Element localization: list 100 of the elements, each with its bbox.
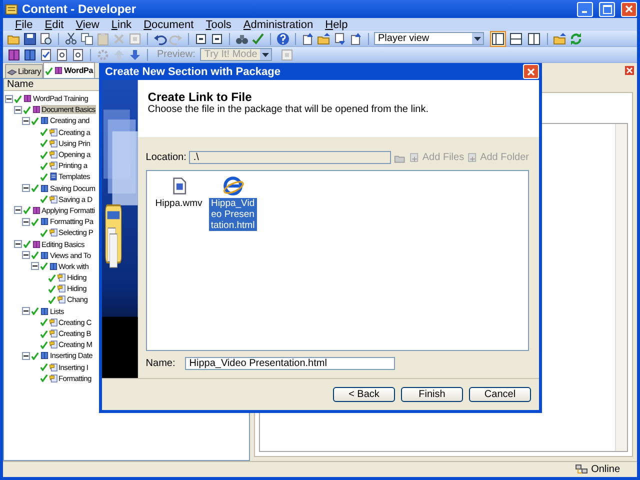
collapse-toggle-icon[interactable]: [14, 106, 22, 114]
network-icon: [575, 464, 588, 475]
book-icon: [40, 351, 49, 360]
print-preview-icon[interactable]: [39, 32, 53, 46]
topic-page-icon: [48, 150, 58, 160]
topic-page-icon: [48, 194, 58, 204]
down-arrow-icon[interactable]: [128, 48, 142, 62]
menu-item[interactable]: File: [11, 18, 41, 30]
menu-item[interactable]: Tools: [202, 18, 240, 30]
topic-page-icon: [57, 273, 66, 282]
topic-page-icon: [57, 295, 66, 304]
book-icon[interactable]: [23, 48, 37, 62]
check-icon: [45, 66, 54, 74]
dialog-button[interactable]: < Back: [333, 387, 395, 402]
collapse-toggle-icon[interactable]: [22, 218, 30, 226]
layout-toggle[interactable]: [526, 30, 542, 46]
add-page-icon: [409, 152, 420, 163]
collapse-toggle-icon[interactable]: [22, 184, 30, 192]
page-down-icon[interactable]: [333, 32, 347, 46]
topic-page-icon: [48, 340, 58, 350]
close-icon: [625, 5, 633, 13]
page-icon[interactable]: [55, 48, 69, 62]
close-icon: [527, 68, 535, 76]
topic-page-icon: [48, 329, 58, 338]
save-icon[interactable]: [23, 32, 37, 46]
book-icon: [40, 217, 49, 226]
collapse-toggle-icon[interactable]: [22, 352, 30, 360]
file-name[interactable]: Hippa_Video Presentation.html: [208, 198, 257, 231]
folder-up-icon[interactable]: [553, 32, 567, 46]
spell-check-icon[interactable]: [251, 32, 265, 46]
collapse-toggle-icon[interactable]: [14, 240, 22, 248]
web-page-icon: [222, 175, 244, 197]
app-icon: [5, 2, 18, 16]
topic-page-icon: [48, 128, 58, 137]
dialog-button[interactable]: Cancel: [469, 387, 531, 402]
page-up-icon[interactable]: [301, 32, 315, 46]
menu-item[interactable]: Help: [321, 18, 356, 30]
close-button[interactable]: [621, 2, 637, 16]
menu-item[interactable]: Document: [140, 18, 202, 30]
book-icon[interactable]: [7, 48, 21, 62]
topic-page-icon: [48, 138, 58, 148]
menu-item[interactable]: Administration: [239, 18, 322, 30]
caret-icon: [474, 36, 481, 40]
menu-item[interactable]: View: [72, 18, 108, 30]
book-icon: [40, 116, 49, 126]
name-label: Name:: [146, 358, 176, 369]
library-icon: [7, 68, 17, 76]
page-up-icon[interactable]: [349, 32, 363, 46]
book-icon: [48, 262, 58, 271]
preview-label: Preview:: [157, 49, 196, 60]
document-tab[interactable]: WordPa: [43, 62, 95, 78]
topic-page-icon: [48, 362, 58, 372]
step-description: Choose the file in the package that will be opened from the link.: [148, 104, 430, 115]
topic-page-icon: [48, 161, 58, 170]
layout-toggle[interactable]: [490, 30, 506, 46]
square-icon[interactable]: [194, 32, 208, 46]
layout-toggle[interactable]: [508, 30, 524, 46]
maximize-button[interactable]: [599, 2, 615, 16]
close-icon[interactable]: [625, 66, 634, 75]
topic-page-icon: [48, 374, 58, 383]
collapse-toggle-icon[interactable]: [22, 307, 30, 316]
refresh-icon[interactable]: [569, 32, 583, 46]
add-page-icon: [467, 152, 478, 163]
file-list[interactable]: Hippa.wmv Hippa_Video Presentation.html: [146, 170, 529, 351]
file-name[interactable]: Hippa.wmv: [154, 198, 203, 209]
book-icon: [32, 240, 40, 249]
menu-item[interactable]: Link: [107, 18, 140, 30]
location-field[interactable]: .\: [189, 151, 392, 164]
dialog-button[interactable]: Finish: [401, 387, 463, 402]
connection-status: Online: [591, 464, 620, 475]
collapse-toggle-icon[interactable]: [5, 94, 13, 103]
location-label: Location:: [146, 152, 186, 163]
step-heading: Create Link to File: [148, 90, 253, 104]
collapse-toggle-icon[interactable]: [14, 206, 22, 214]
close-button[interactable]: [523, 64, 539, 79]
book-icon: [32, 105, 40, 114]
document-icon: [48, 172, 58, 182]
cut-icon[interactable]: [64, 32, 78, 46]
collapse-toggle-icon[interactable]: [22, 251, 30, 260]
collapse-toggle-icon[interactable]: [30, 262, 38, 270]
copy-icon[interactable]: [80, 32, 94, 46]
name-field[interactable]: Hippa_Video Presentation.html: [185, 357, 396, 370]
page-icon[interactable]: [71, 48, 85, 62]
book-icon: [40, 250, 49, 260]
square-icon[interactable]: [210, 32, 224, 46]
menu-item[interactable]: Edit: [40, 18, 72, 30]
folder-up-icon[interactable]: [317, 32, 331, 46]
collapse-toggle-icon[interactable]: [22, 116, 30, 125]
book-icon: [32, 206, 40, 215]
minimize-button[interactable]: [577, 2, 593, 16]
book-icon: [54, 66, 64, 75]
caret-icon: [262, 52, 270, 56]
book-icon: [40, 184, 49, 193]
view-select[interactable]: Player view: [374, 32, 484, 45]
document-tab[interactable]: Library: [5, 64, 44, 78]
page-check-icon[interactable]: [39, 48, 53, 62]
scrollbar[interactable]: [615, 124, 627, 451]
help-icon[interactable]: [276, 32, 290, 46]
window-title: Content - Developer: [22, 2, 138, 16]
topic-page-icon: [48, 228, 58, 238]
